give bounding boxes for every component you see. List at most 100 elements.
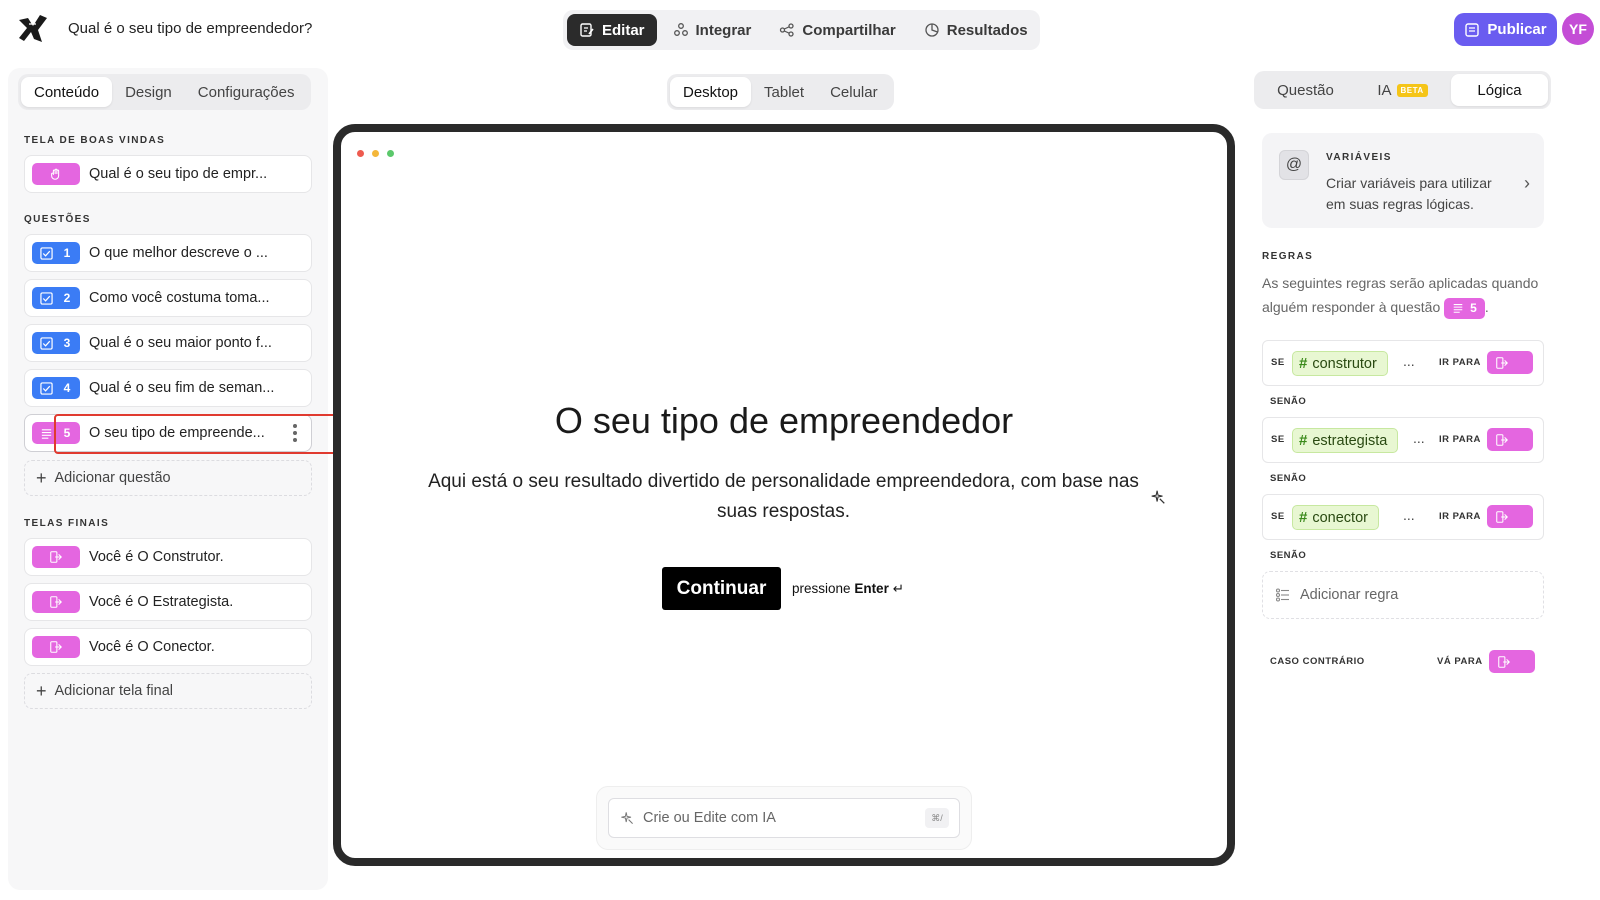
preview-subtext[interactable]: Aqui está o seu resultado divertido de p… (411, 467, 1156, 527)
device-tabs: Desktop Tablet Celular (667, 74, 894, 110)
more-options-icon[interactable] (293, 424, 297, 442)
avatar[interactable]: YF (1562, 13, 1594, 45)
hand-wave-icon (51, 168, 60, 180)
goto-target[interactable] (1487, 505, 1533, 528)
ai-sparkle-icon[interactable] (1149, 488, 1169, 508)
checkbox-icon (39, 246, 53, 260)
rules-section-label: REGRAS (1262, 251, 1314, 262)
yellow-dot-icon (372, 150, 379, 157)
if-label: SE (1271, 357, 1285, 368)
form-title[interactable]: Qual é o seu tipo de empreendedor? (68, 20, 312, 37)
add-ending-label: Adicionar tela final (54, 683, 174, 699)
variables-card[interactable]: @ VARIÁVEIS Criar variáveis para utiliza… (1262, 133, 1544, 228)
preview-headline[interactable]: O seu tipo de empreendedor (341, 400, 1227, 442)
continue-button[interactable]: Continuar (662, 567, 781, 610)
add-ending-button[interactable]: + Adicionar tela final (24, 673, 312, 709)
tab-mobile[interactable]: Celular (817, 77, 891, 107)
questions-section-label: QUESTÕES (24, 214, 91, 225)
tab-question[interactable]: Questão (1257, 74, 1354, 106)
goto-label: IR PARA (1439, 511, 1481, 522)
ending-item-3[interactable]: Você é O Conector. (24, 628, 312, 666)
question-badge: 3 (32, 332, 80, 354)
welcome-item-text: Qual é o seu tipo de empr... (89, 166, 268, 182)
ai-placeholder: Crie ou Edite com IA (643, 810, 776, 826)
exit-icon (50, 641, 62, 653)
nav-integrate[interactable]: Integrar (661, 14, 764, 46)
question-item-1[interactable]: 1 O que melhor descreve o ... (24, 234, 312, 272)
if-label: SE (1271, 434, 1285, 445)
question-text: O seu tipo de empreende... (89, 425, 265, 441)
rule-row-1[interactable]: SE # construtor ... IR PARA (1262, 340, 1544, 386)
ending-item-1[interactable]: Você é O Construtor. (24, 538, 312, 576)
rule-row-3[interactable]: SE # conector ... IR PARA (1262, 494, 1544, 540)
integrate-icon (673, 23, 688, 36)
otherwise-goto-label: VÁ PARA (1437, 656, 1483, 667)
variable-pill[interactable]: # conector (1292, 505, 1379, 530)
statement-icon (41, 428, 51, 439)
hint-prefix: pressione (792, 581, 851, 596)
variables-description: Criar variáveis para utilizar em suas re… (1326, 175, 1492, 212)
nav-results[interactable]: Resultados (912, 14, 1040, 46)
edit-icon (580, 23, 594, 37)
ai-prompt-input[interactable]: Crie ou Edite com IA ⌘/ (608, 798, 960, 838)
ending-text: Você é O Conector. (89, 639, 215, 655)
tab-logic[interactable]: Lógica (1451, 74, 1548, 106)
goto-target[interactable] (1487, 428, 1533, 451)
tab-settings[interactable]: Configurações (185, 77, 308, 107)
welcome-screen-item[interactable]: Qual é o seu tipo de empr... (24, 155, 312, 193)
checkbox-icon (39, 336, 53, 350)
nav-edit[interactable]: Editar (567, 14, 657, 46)
tab-content[interactable]: Conteúdo (21, 77, 113, 107)
rules-description-end: . (1484, 299, 1489, 315)
question-item-2[interactable]: 2 Como você costuma toma... (24, 279, 312, 317)
nav-edit-label: Editar (602, 21, 645, 39)
logo-icon[interactable] (16, 12, 50, 46)
question-badge: 2 (32, 287, 80, 309)
statement-icon (1453, 304, 1463, 314)
rule-row-2[interactable]: SE # estrategista ... IR PARA (1262, 417, 1544, 463)
exit-icon (50, 596, 62, 608)
operator-ellipsis[interactable]: ... (1403, 353, 1415, 369)
add-question-button[interactable]: + Adicionar questão (24, 460, 312, 496)
otherwise-goto-target[interactable] (1489, 650, 1535, 673)
ending-badge (32, 636, 80, 658)
question-text: Qual é o seu maior ponto f... (89, 335, 272, 351)
plus-icon: + (36, 681, 47, 701)
exit-icon (1498, 655, 1510, 668)
tab-design[interactable]: Design (112, 77, 185, 107)
ending-item-2[interactable]: Você é O Estrategista. (24, 583, 312, 621)
variable-pill[interactable]: # estrategista (1292, 428, 1399, 453)
question-item-5[interactable]: 5 O seu tipo de empreende... (24, 414, 312, 452)
left-tabs: Conteúdo Design Configurações (18, 74, 311, 110)
green-dot-icon (387, 150, 394, 157)
variable-name: construtor (1312, 355, 1377, 372)
add-rule-label: Adicionar regra (1300, 587, 1399, 603)
ai-sparkle-icon (621, 812, 633, 824)
question-badge: 4 (32, 377, 80, 399)
publish-button[interactable]: Publicar (1454, 13, 1557, 46)
else-label: SENÃO (1270, 396, 1307, 407)
welcome-badge (32, 163, 80, 185)
variable-pill[interactable]: # construtor (1292, 351, 1388, 376)
tab-tablet[interactable]: Tablet (751, 77, 817, 107)
variable-name: estrategista (1312, 432, 1388, 449)
operator-ellipsis[interactable]: ... (1413, 430, 1425, 446)
preview-frame: O seu tipo de empreendedor Aqui está o s… (333, 124, 1235, 866)
ending-badge (32, 546, 80, 568)
at-sign-icon: @ (1279, 150, 1309, 180)
nav-share[interactable]: Compartilhar (767, 14, 907, 46)
question-item-3[interactable]: 3 Qual é o seu maior ponto f... (24, 324, 312, 362)
question-text: Como você costuma toma... (89, 290, 270, 306)
goto-target[interactable] (1487, 351, 1533, 374)
ending-text: Você é O Estrategista. (89, 594, 234, 610)
operator-ellipsis[interactable]: ... (1403, 507, 1415, 523)
question-badge: 1 (32, 242, 80, 264)
add-rule-button[interactable]: Adicionar regra (1262, 571, 1544, 619)
question-text: Qual é o seu fim de seman... (89, 380, 275, 396)
ending-text: Você é O Construtor. (89, 549, 224, 565)
tab-ai[interactable]: IA BETA (1354, 74, 1451, 106)
tab-desktop[interactable]: Desktop (670, 77, 752, 107)
nav-results-label: Resultados (946, 21, 1028, 39)
question-item-4[interactable]: 4 Qual é o seu fim de seman... (24, 369, 312, 407)
window-dots (357, 150, 394, 157)
